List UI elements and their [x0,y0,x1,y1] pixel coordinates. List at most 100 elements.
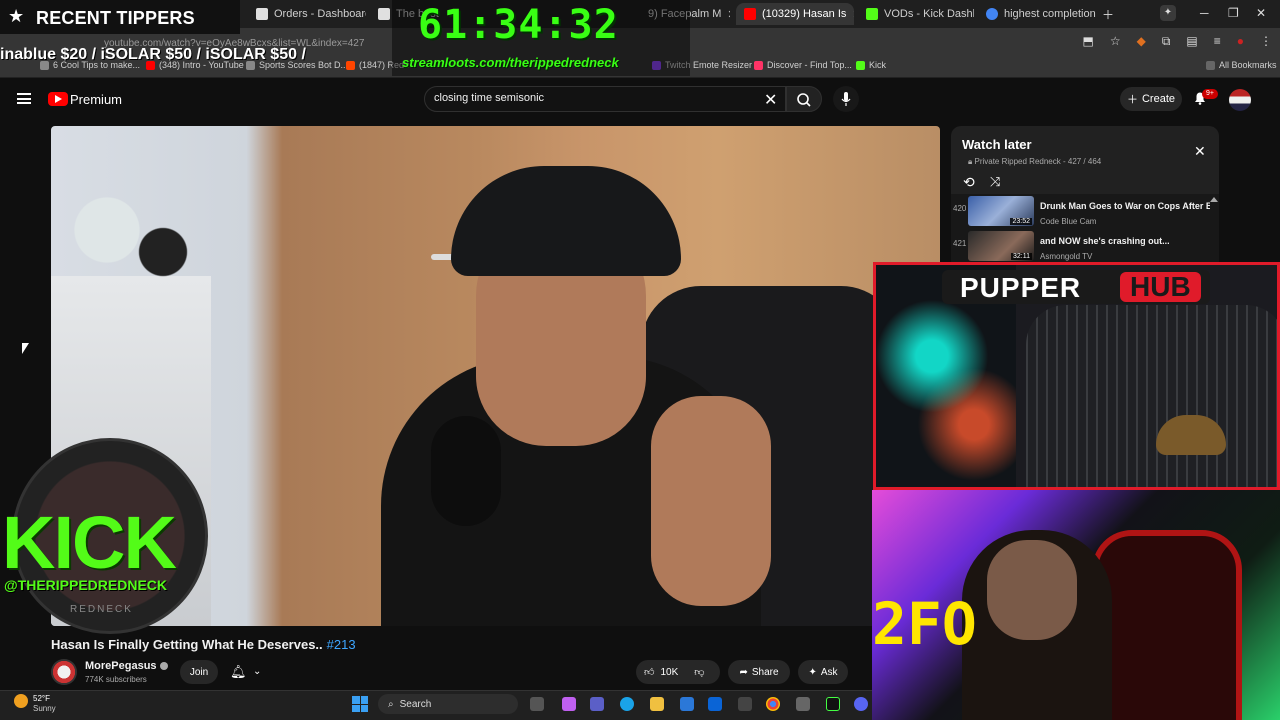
taskbar-search-label: Search [399,698,432,710]
profile-icon[interactable]: ● [1237,34,1244,49]
close-icon[interactable]: ✕ [727,8,730,21]
like-button[interactable]: 👍︎ 10K 👎︎ [636,660,720,684]
window-close-button[interactable]: ✕ [1256,6,1266,20]
windows-start-icon[interactable] [352,696,368,712]
close-icon[interactable]: ✕ [852,8,854,21]
shuffle-icon[interactable]: ⤨ [990,174,1000,190]
create-button[interactable]: ＋ Create [1120,87,1182,111]
sparkle-icon: ✦ [808,666,817,678]
channel-name-text[interactable]: MorePegasus [85,660,157,672]
thumbs-down-icon[interactable]: 👎︎ [694,666,704,678]
pupper-title: PUPPER [960,272,1082,303]
search-icon: ⌕ [388,698,394,710]
kick-handle: @THERIPPEDREDNECK [4,577,168,593]
video-title: Hasan Is Finally Getting What He Deserve… [51,637,356,652]
tab-orders-dashboard[interactable]: Orders - Dashboard ✕ [248,3,366,25]
close-playlist-icon[interactable]: ✕ [1194,143,1206,160]
settings-gear-icon[interactable] [738,697,752,711]
taskbar-search[interactable]: ⌕ Search [378,694,518,714]
search-query[interactable]: closing time semisonic [434,92,544,104]
kick-favicon-icon [866,8,878,20]
weather-temperature[interactable]: 52°F [33,694,50,703]
menu-icon[interactable]: ⋮ [1260,34,1272,49]
new-tab-button[interactable]: ＋ [1102,6,1114,23]
obs-icon[interactable] [826,697,840,711]
sidebar-icon[interactable]: ▤ [1186,34,1197,49]
scroll-up-icon[interactable] [1210,197,1218,202]
tab-favicon-icon [256,8,268,20]
chevron-down-icon[interactable]: ⌄ [253,666,261,677]
file-explorer-icon[interactable] [650,697,664,711]
maximize-button[interactable]: ❐ [1228,6,1239,20]
tab-highest-completion[interactable]: highest completion ✕ [978,3,1096,25]
reddit-favicon-icon [346,60,355,70]
puzzle-icon[interactable]: ⧉ [1162,34,1171,49]
playlist-item[interactable]: 420 23:52 Drunk Man Goes to War on Cops … [951,196,1219,228]
share-button[interactable]: ➦ Share [728,660,790,684]
voice-search-button[interactable] [833,86,859,112]
bookmark-star-icon[interactable]: ☆ [1110,34,1121,49]
media-icon[interactable]: ≡ [1214,34,1221,49]
bookmark-label: Discover - Find Top... [767,60,852,70]
store-icon[interactable] [680,697,694,711]
extension-icon[interactable]: ◆ [1137,34,1146,49]
channel-avatar[interactable] [51,659,77,685]
video-title-text: Hasan Is Finally Getting What He Deserve… [51,637,323,652]
playlist-subtitle: 🔒︎ Private Ripped Redneck - 427 / 464 [968,157,1101,167]
teams-icon[interactable] [590,697,604,711]
kick-favicon-icon [856,60,865,70]
webcam-gaming-chair [1092,530,1242,720]
tab-label: Orders - Dashboard [274,8,366,20]
search-button[interactable] [786,86,822,112]
youtube-logo-icon[interactable] [48,92,68,106]
playlist-thumbnail[interactable]: 23:52 [968,196,1034,226]
tab-hasan-video[interactable]: (10329) Hasan Is ✕ [736,3,854,25]
playlist-item-title[interactable]: Drunk Man Goes to War on Cops After Bein… [1040,201,1210,211]
playlist-item[interactable]: 421 32:11 and NOW she's crashing out... … [951,231,1219,263]
streamer-webcam: 2FO [872,490,1280,720]
weather-sun-icon[interactable] [14,694,28,708]
toolbar-icons: ⬒ ☆ ◆ ⧉ ▤ ≡ ● ⋮ [1082,34,1272,49]
chrome-icon[interactable] [766,697,780,711]
outlook-icon[interactable] [708,697,722,711]
video-frame-microphone [431,416,501,526]
weather-condition: Sunny [33,704,56,713]
playlist-thumbnail[interactable]: 32:11 [968,231,1034,261]
task-view-icon[interactable] [530,697,544,711]
loop-icon[interactable]: ⟲ [963,174,975,191]
tab-vods-kick[interactable]: VODs - Kick Dashbo ✕ [858,3,974,25]
bookmark-item[interactable]: Kick [856,60,886,70]
playlist-item-title[interactable]: and NOW she's crashing out... [1040,236,1210,246]
video-hashtag[interactable]: #213 [327,637,356,652]
streamloots-url: streamloots.com/therippedredneck [402,55,619,70]
clear-search-icon[interactable]: ✕ [764,90,777,110]
sparkle-icon[interactable]: ✦ [1160,5,1176,21]
video-frame-cap [451,166,681,276]
account-avatar[interactable] [1229,89,1251,111]
kick-logo-text: KICK [2,501,177,584]
subscription-bell-icon[interactable]: 🔔︎ [230,664,247,680]
playlist-title[interactable]: Watch later [962,137,1032,152]
channel-name[interactable]: MorePegasus [85,660,168,672]
all-bookmarks-label: All Bookmarks [1219,60,1277,70]
video-frame-arm [651,396,771,606]
bookmark-item[interactable]: Discover - Find Top... [754,60,852,70]
all-bookmarks[interactable]: All Bookmarks [1206,60,1277,70]
edge-icon[interactable] [620,697,634,711]
discord-icon[interactable] [854,697,868,711]
premium-label: Premium [70,92,123,107]
copilot-icon[interactable] [562,697,576,711]
tipper-ticker: inablue $20 / iSOLAR $50 / iSOLAR $50 / [0,46,306,63]
minimize-button[interactable]: ─ [1200,6,1209,20]
hamburger-menu-icon[interactable] [17,93,31,104]
recent-tippers-label: RECENT TIPPERS [36,8,195,28]
join-button[interactable]: Join [180,660,218,684]
bookmark-label: Kick [869,60,887,70]
playlist-item-channel: Asmongold TV [1040,252,1093,261]
ask-button[interactable]: ✦ Ask [798,660,848,684]
search-icon [797,93,811,107]
app-icon[interactable] [796,697,810,711]
install-icon[interactable]: ⬒ [1082,34,1093,49]
share-icon: ➦ [739,666,748,678]
plus-icon: ＋ [1126,94,1138,106]
